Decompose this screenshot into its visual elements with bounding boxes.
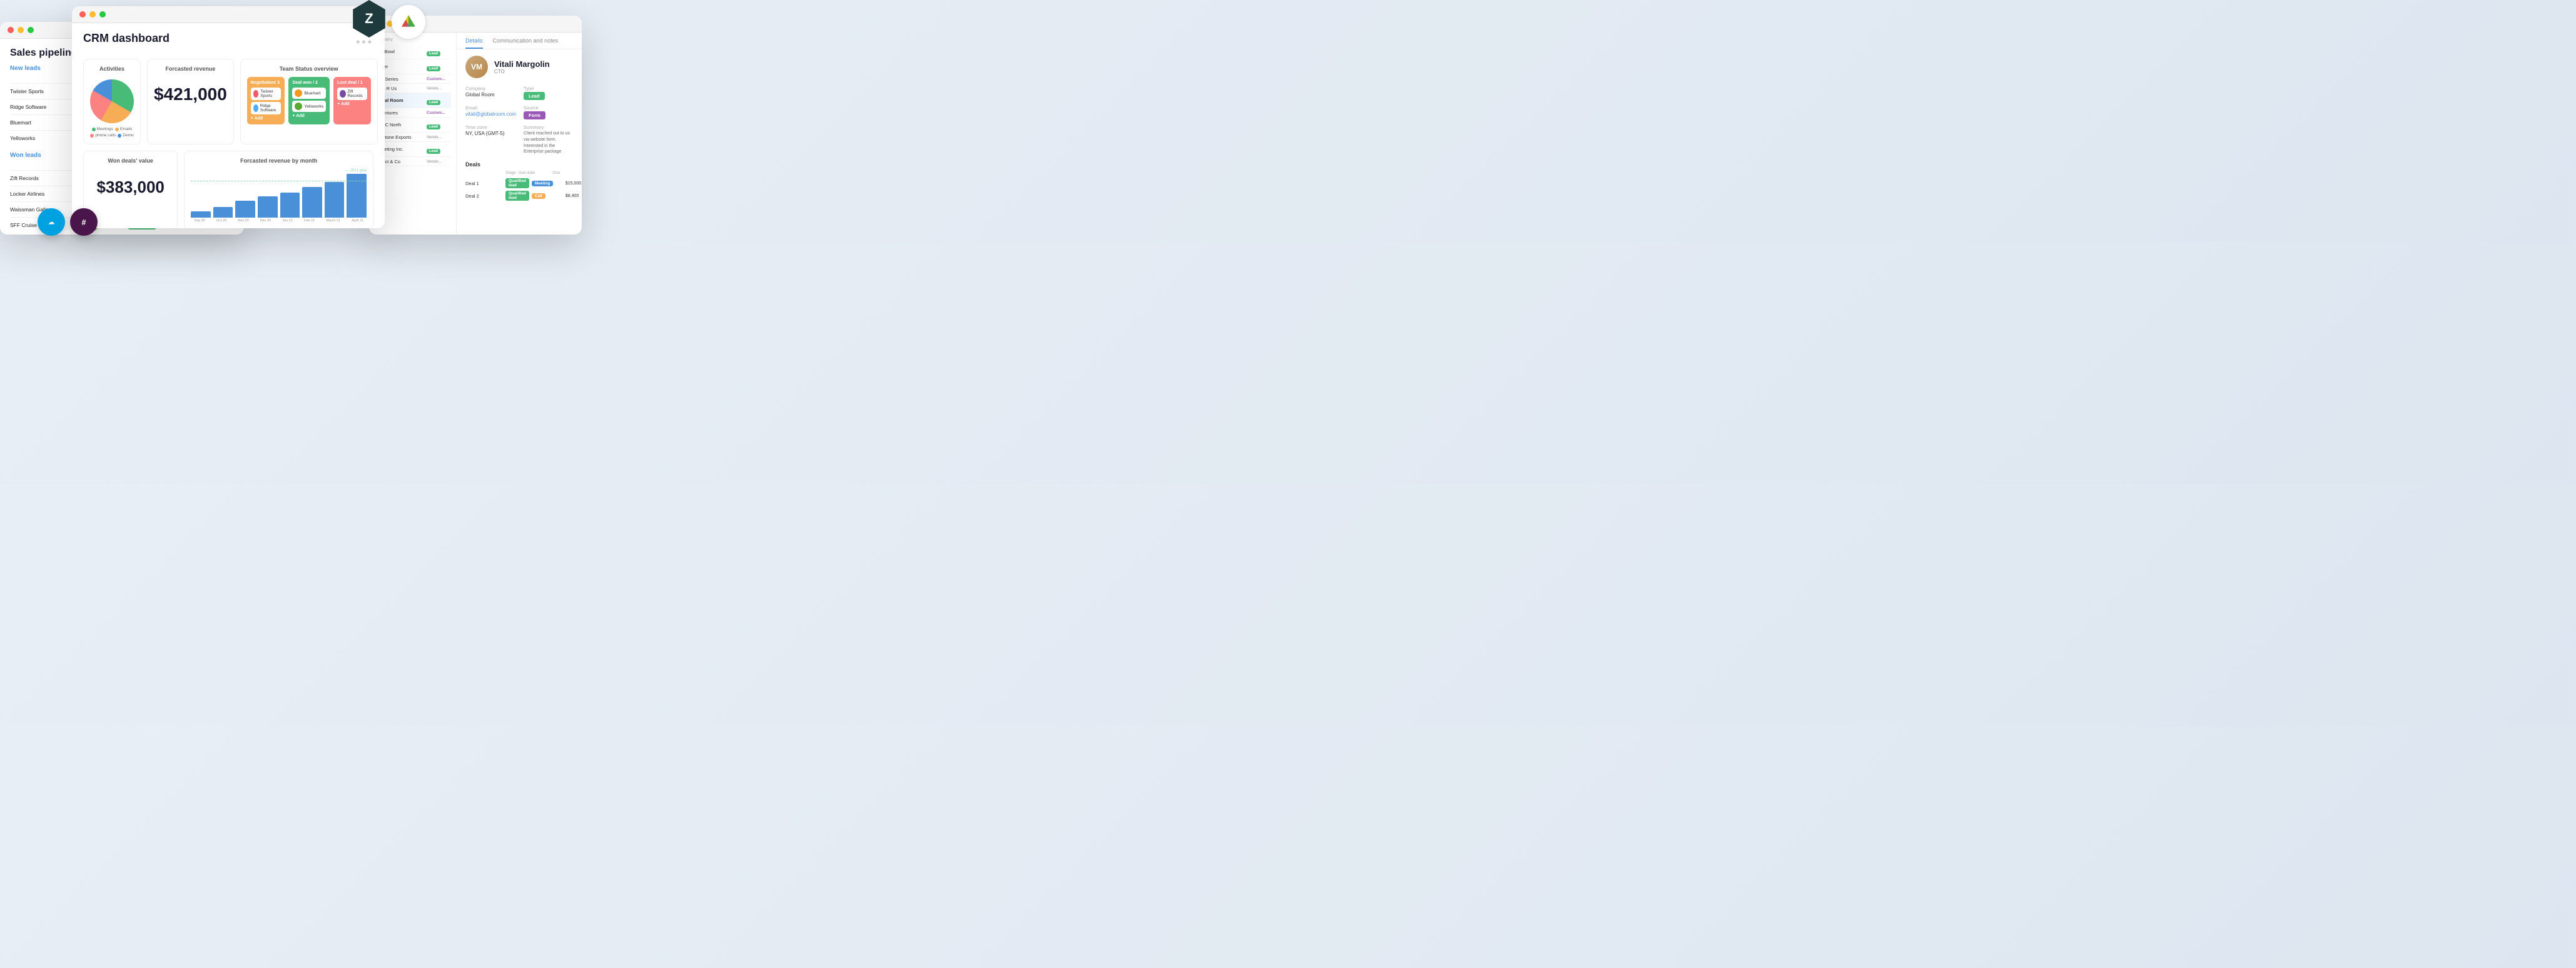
contact-role: CTO [494,69,550,74]
lost-deal-col: Lost deal / 1 Zift Records + Add [333,77,370,124]
crm-content: CRM dashboard ••• Activities Meetings [72,23,385,228]
sidebar-item-row[interactable]: Jazz C North Lead [374,118,451,133]
email-field: Email vitali@globalroom.com [465,105,516,119]
detail-main: Details Communication and notes VM Vital… [457,33,582,234]
bar-mar21 [325,182,345,218]
gdrive-icon [392,5,425,39]
deals-title: Deals [465,161,573,168]
crm-top-grid: Activities Meetings Emails [83,59,373,144]
crm-bottom-grid: Won deals' value $383,000 Forcasted reve… [83,151,373,228]
deals-header: Stage Due date Size [465,171,573,175]
maximize-dot [99,11,106,18]
svg-text:☁: ☁ [48,218,55,226]
close-dot [8,27,14,33]
bar-jan21 [280,193,300,218]
close-dot [79,11,86,18]
sidebar-item-row[interactable]: First Bowl Lead [374,44,451,59]
bar-oct20 [213,207,233,218]
bar-chart-container: Sep 20 Oct 20 Nov 20 Dec 20 Jan 21 Feb 2… [191,174,367,223]
minimize-dot [89,11,96,18]
activities-card: Activities Meetings Emails [83,59,141,144]
status-card: Ridge Software [251,102,281,114]
company-field: Company Global Room [465,86,516,100]
crm-dashboard-window: CRM dashboard ••• Activities Meetings [72,6,385,228]
team-status-title: Team Status overview [247,66,371,72]
contact-avatar: VM [465,56,488,78]
sidebar-item-row[interactable]: Adventures Custom... [374,108,451,118]
status-card: Bluemart [292,88,326,99]
forecasted-revenue-card: Forcasted revenue $421,000 [147,59,234,144]
legend-demo: Demo [118,133,133,138]
status-card: Twister Sports [251,88,281,100]
legend-emails: Emails [115,127,133,131]
sidebar-item-row[interactable]: Milestone Exports Vendo... [374,133,451,142]
type-field: Type Lead [524,86,573,100]
contact-info: Vitali Margolin CTO [494,59,550,74]
legend-meetings: Meetings [92,127,113,131]
goal-label: — 2021 goal [191,169,367,173]
crm-title: CRM dashboard [83,32,170,45]
type-badge: Lead [524,92,545,100]
maximize-dot [28,27,34,33]
activities-pie-container: Meetings Emails phone calls Demo [90,77,134,138]
svg-text:#: # [82,218,86,227]
bar-dec20 [258,196,278,218]
timezone-field: Time zone NY, USA (GMT-5) [465,124,516,155]
deal-row: Deal 1 Qualified lead Meeting $15,000 [465,177,573,189]
window-bar-crm [72,6,385,23]
top-integrations: Z [350,0,425,39]
negotiation-col: Negotiation/ 3 Twister Sports Ridge Soft… [247,77,285,124]
contact-name: Vitali Margolin [494,59,550,69]
source-badge: Form [524,111,545,119]
activities-pie-chart [90,79,134,123]
bar-labels: Sep 20 Oct 20 Nov 20 Dec 20 Jan 21 Feb 2… [191,218,367,223]
sidebar-item-row[interactable]: Drover Lead [374,59,451,74]
detail-panel-window: Company First Bowl Lead Drover Lead Four… [369,16,582,234]
sidebar-item-row[interactable]: Marketing Inc. Lead [374,142,451,157]
deal-row: Deal 2 Qualified lead Call $8,400 [465,189,573,202]
slack-icon: # [70,208,98,236]
tab-details[interactable]: Details [465,38,483,49]
team-status-grid: Negotiation/ 3 Twister Sports Ridge Soft… [247,77,371,124]
forecasted-revenue-value: $421,000 [154,84,227,104]
zendesk-icon: Z [350,0,388,38]
forecasted-revenue-title: Forcasted revenue [154,66,227,72]
tab-communication[interactable]: Communication and notes [493,38,559,49]
activities-legend: Meetings Emails phone calls Demo [90,127,134,138]
forecasted-by-month-card: Forcasted revenue by month — 2021 goal [184,151,373,228]
detail-body: VM Vitali Margolin CTO Company Global Ro… [457,49,582,208]
status-card: Yelloworks [292,101,326,112]
activities-title: Activities [90,66,134,72]
gdrive-svg [400,13,417,31]
source-field: Source Form [524,105,573,119]
forecasted-month-title: Forcasted revenue by month [191,158,367,164]
sidebar-item-row[interactable]: Global Room Lead [374,93,451,108]
sidebar-item-row[interactable]: Project & Co Vendo... [374,157,451,166]
minimize-dot [18,27,24,33]
team-status-card: Team Status overview Negotiation/ 3 Twis… [240,59,378,144]
bar-sep20 [191,211,211,218]
bottom-integrations: ☁ # [38,208,98,236]
detail-layout: Company First Bowl Lead Drover Lead Four… [369,33,582,234]
deals-section: Deals Stage Due date Size Deal 1 Qualifi… [465,161,573,202]
deal-won-col: Deal won / 2 Bluemart Yelloworks + Add [288,77,330,124]
bar-feb21 [302,187,322,218]
salesforce-icon: ☁ [38,208,65,236]
contact-header: VM Vitali Margolin CTO [465,56,573,78]
sidebar-item-row[interactable]: Stars R Us Vendo... [374,84,451,93]
won-deals-value: $383,000 [90,178,171,197]
bar-chart [191,174,367,218]
bar-nov20 [235,201,255,218]
summary-field: Summary Client reached out to us via web… [524,124,573,155]
detail-fields-grid: Company Global Room Type Lead Email vita… [465,86,573,155]
status-card: Zift Records [337,88,367,100]
sidebar-item-row[interactable]: Four Series Custom... [374,74,451,84]
won-deals-title: Won deals' value [90,158,171,164]
detail-tabs: Details Communication and notes [457,33,582,49]
legend-phonecalls: phone calls [90,133,116,138]
